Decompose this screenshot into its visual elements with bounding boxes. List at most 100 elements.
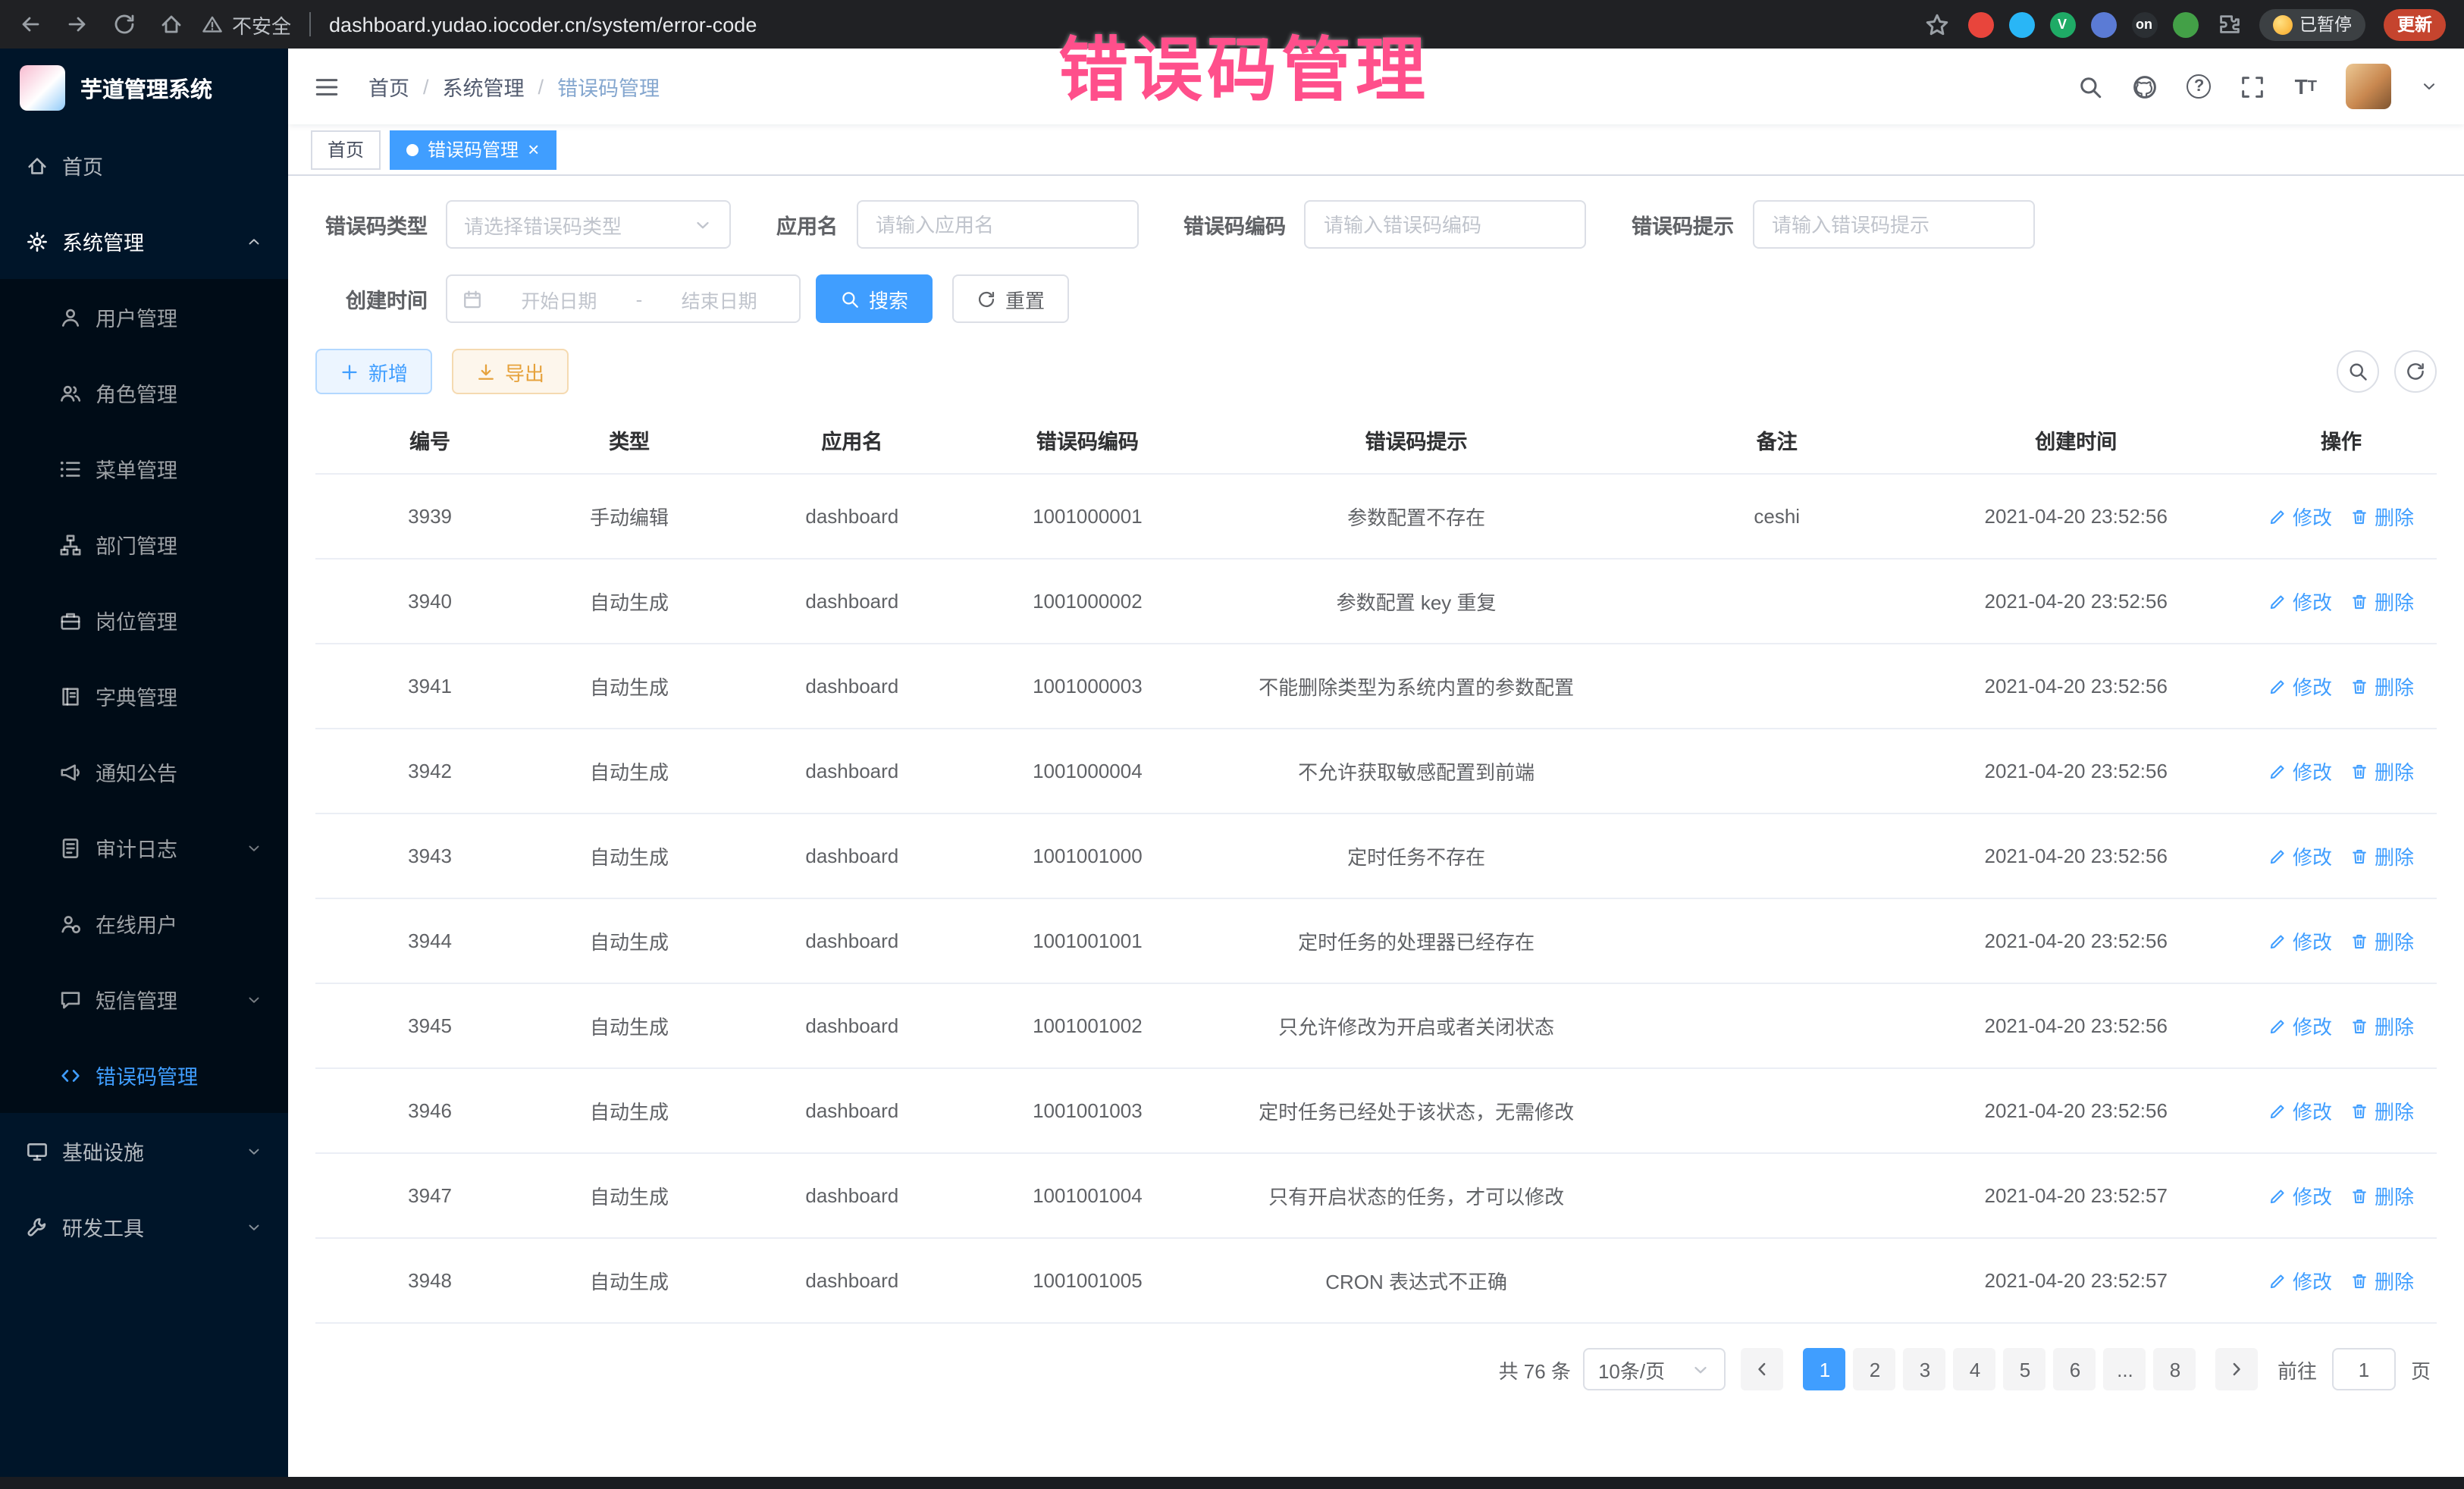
page-ellipsis[interactable]: ...: [2104, 1348, 2146, 1390]
sidebar-item-post[interactable]: 岗位管理: [0, 582, 288, 658]
sidebar-item-audit-log[interactable]: 审计日志: [0, 810, 288, 886]
extension-leaf-icon[interactable]: [2172, 11, 2198, 37]
collapse-sidebar-icon[interactable]: [314, 74, 340, 99]
font-size-icon[interactable]: TT: [2295, 74, 2317, 99]
search-button[interactable]: 搜索: [816, 274, 933, 323]
github-icon[interactable]: [2133, 74, 2158, 99]
delete-link[interactable]: 删除: [2350, 1096, 2414, 1125]
back-icon[interactable]: [18, 12, 42, 36]
extension-teal-icon[interactable]: [2008, 11, 2034, 37]
breadcrumb-item[interactable]: 系统管理: [443, 71, 525, 102]
app-logo[interactable]: 芋道管理系统: [0, 49, 288, 127]
users-icon: [59, 381, 82, 404]
sidebar-item-dict[interactable]: 字典管理: [0, 658, 288, 734]
date-range-picker[interactable]: 开始日期 - 结束日期: [446, 274, 801, 323]
error-type-select[interactable]: 请选择错误码类型: [446, 200, 731, 249]
app-name-input[interactable]: [856, 200, 1138, 249]
user-avatar[interactable]: [2346, 64, 2391, 109]
search-icon[interactable]: [2078, 74, 2104, 99]
error-hint-input[interactable]: [1752, 200, 2034, 249]
page-button-4[interactable]: 4: [1954, 1348, 1996, 1390]
bookmark-star-icon[interactable]: [1923, 11, 1949, 37]
forward-icon[interactable]: [65, 12, 89, 36]
avatar-caret-icon[interactable]: [2420, 77, 2438, 96]
tab-error-code[interactable]: 错误码管理×: [390, 130, 556, 169]
delete-link[interactable]: 删除: [2350, 1266, 2414, 1295]
delete-link[interactable]: 删除: [2350, 1011, 2414, 1040]
sidebar-item-dept[interactable]: 部门管理: [0, 506, 288, 582]
edit-link[interactable]: 修改: [2268, 842, 2332, 870]
extension-on-icon[interactable]: on: [2131, 11, 2157, 37]
cell-type: 自动生成: [544, 1153, 714, 1238]
page-button-5[interactable]: 5: [2004, 1348, 2046, 1390]
next-page-button[interactable]: [2216, 1348, 2259, 1390]
toggle-search-button[interactable]: [2337, 350, 2379, 393]
tab-close-icon[interactable]: ×: [528, 139, 539, 159]
sidebar-item-infra[interactable]: 基础设施: [0, 1113, 288, 1189]
prev-page-button[interactable]: [1741, 1348, 1784, 1390]
goto-page-input[interactable]: [2332, 1348, 2396, 1390]
sidebar-item-online-user[interactable]: 在线用户: [0, 886, 288, 961]
export-button[interactable]: 导出: [452, 349, 569, 394]
extension-blue-icon[interactable]: [2090, 11, 2116, 37]
sidebar-item-role[interactable]: 角色管理: [0, 355, 288, 431]
edit-link[interactable]: 修改: [2268, 672, 2332, 701]
edit-link[interactable]: 修改: [2268, 1181, 2332, 1210]
sidebar-item-dev-tools[interactable]: 研发工具: [0, 1189, 288, 1265]
edit-link[interactable]: 修改: [2268, 1096, 2332, 1125]
edit-link[interactable]: 修改: [2268, 757, 2332, 785]
column-header: 类型: [544, 406, 714, 474]
edit-link[interactable]: 修改: [2268, 1266, 2332, 1295]
url-bar[interactable]: dashboard.yudao.iocoder.cn/system/error-…: [329, 13, 1905, 36]
paused-badge[interactable]: 已暂停: [2259, 8, 2365, 40]
sidebar-item-user[interactable]: 用户管理: [0, 279, 288, 355]
sidebar-item-system[interactable]: 系统管理: [0, 203, 288, 279]
edit-link[interactable]: 修改: [2268, 587, 2332, 616]
reset-button[interactable]: 重置: [952, 274, 1069, 323]
fullscreen-icon[interactable]: [2240, 74, 2266, 99]
page-button-8[interactable]: 8: [2154, 1348, 2196, 1390]
page-button-1[interactable]: 1: [1804, 1348, 1846, 1390]
table-row: 3943自动生成dashboard1001001000定时任务不存在2021-0…: [315, 813, 2437, 898]
sidebar-item-sms[interactable]: 短信管理: [0, 961, 288, 1037]
extension-green-v-icon[interactable]: V: [2049, 11, 2075, 37]
sidebar-item-notice[interactable]: 通知公告: [0, 734, 288, 810]
cell-id: 3948: [315, 1238, 544, 1323]
page-size-select[interactable]: 10条/页: [1583, 1348, 1726, 1390]
security-indicator[interactable]: 不安全: [202, 10, 291, 39]
sidebar-item-menu[interactable]: 菜单管理: [0, 431, 288, 506]
delete-link[interactable]: 删除: [2350, 757, 2414, 785]
help-icon[interactable]: ?: [2187, 74, 2212, 99]
delete-link[interactable]: 删除: [2350, 1181, 2414, 1210]
delete-link[interactable]: 删除: [2350, 842, 2414, 870]
error-code-input[interactable]: [1304, 200, 1586, 249]
page-button-6[interactable]: 6: [2054, 1348, 2096, 1390]
page-button-2[interactable]: 2: [1854, 1348, 1896, 1390]
add-button-label: 新增: [368, 357, 408, 386]
update-button[interactable]: 更新: [2384, 8, 2446, 40]
browser-home-icon[interactable]: [159, 12, 183, 36]
delete-link[interactable]: 删除: [2350, 672, 2414, 701]
add-button[interactable]: 新增: [315, 349, 432, 394]
delete-link[interactable]: 删除: [2350, 502, 2414, 531]
tab-home[interactable]: 首页: [311, 130, 381, 169]
extensions-puzzle-icon[interactable]: [2216, 12, 2240, 36]
goto-suffix: 页: [2411, 1355, 2431, 1384]
extension-red-icon[interactable]: [1967, 11, 1993, 37]
cell-code: 1001001005: [990, 1238, 1185, 1323]
delete-link[interactable]: 删除: [2350, 587, 2414, 616]
sidebar-item-error-code[interactable]: 错误码管理: [0, 1037, 288, 1113]
cell-code: 1001000002: [990, 559, 1185, 644]
cell-app: dashboard: [714, 644, 990, 729]
sidebar-item-home[interactable]: 首页: [0, 127, 288, 203]
cell-type: 手动编辑: [544, 474, 714, 559]
refresh-table-button[interactable]: [2394, 350, 2437, 393]
reload-icon[interactable]: [112, 12, 136, 36]
edit-link[interactable]: 修改: [2268, 502, 2332, 531]
delete-link[interactable]: 删除: [2350, 926, 2414, 955]
edit-link[interactable]: 修改: [2268, 1011, 2332, 1040]
edit-link[interactable]: 修改: [2268, 926, 2332, 955]
edit-icon: [2268, 677, 2287, 695]
page-button-3[interactable]: 3: [1904, 1348, 1946, 1390]
breadcrumb-item[interactable]: 首页: [368, 71, 409, 102]
